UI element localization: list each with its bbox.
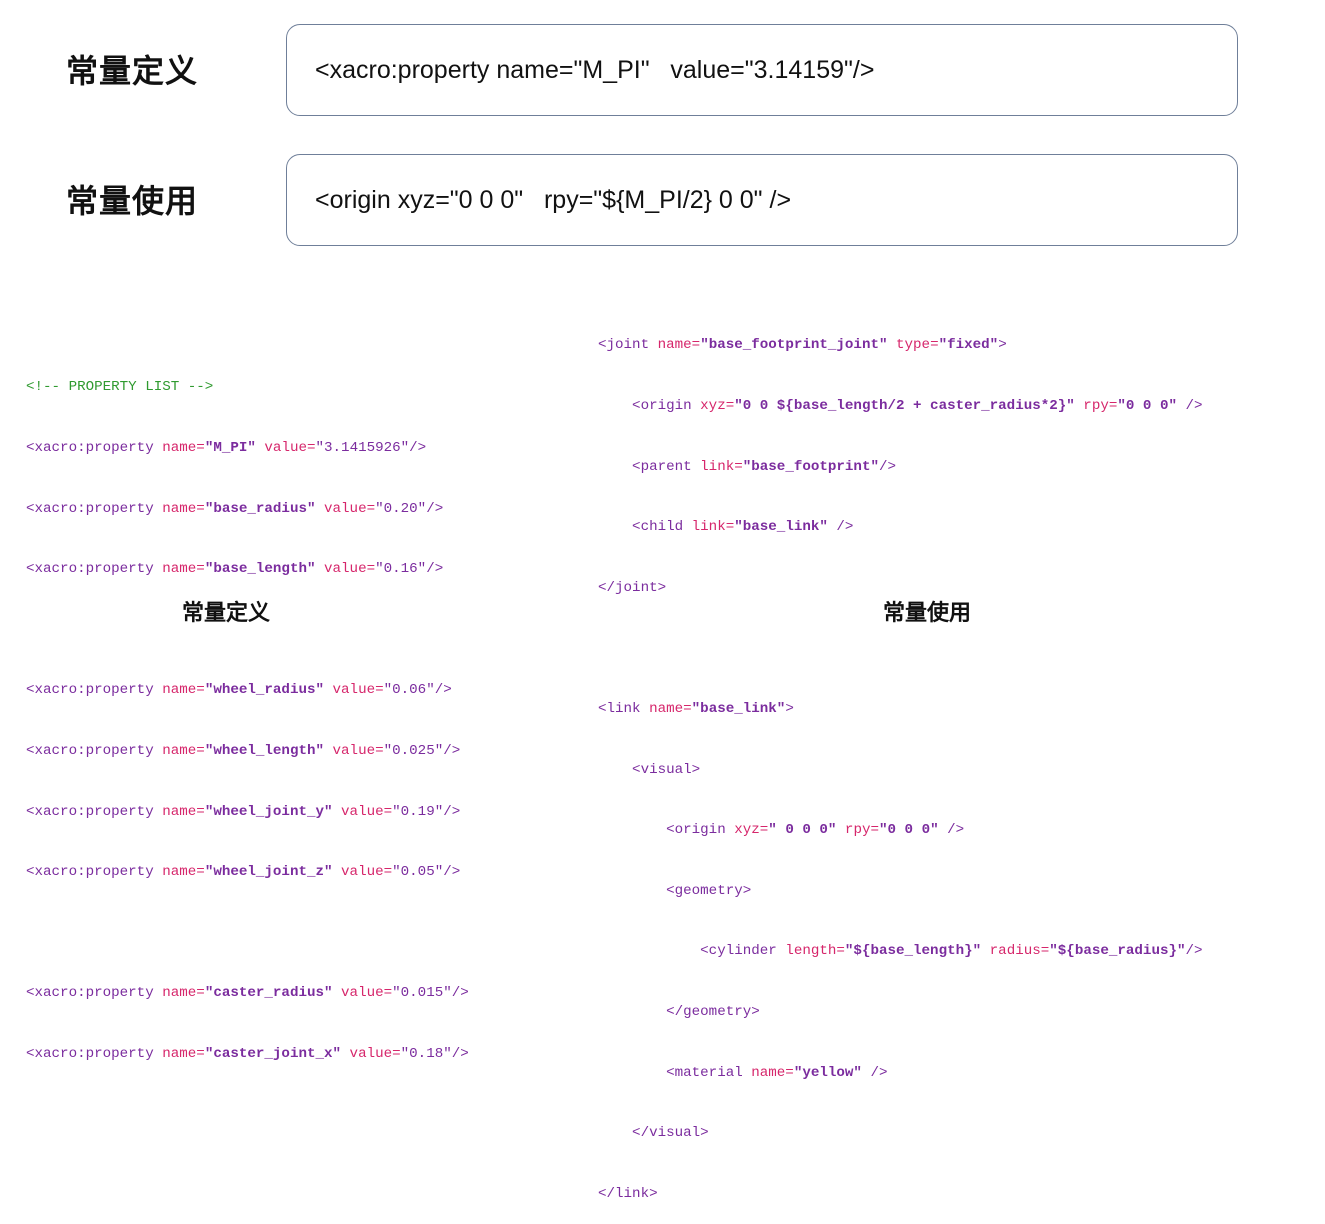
code-line: <child link="base_link" /> bbox=[598, 519, 854, 536]
code-line: <link name="base_link"> bbox=[598, 700, 794, 717]
code-line: </geometry> bbox=[598, 1003, 760, 1020]
code-line: <xacro:property name="base_radius" value… bbox=[26, 500, 444, 517]
code-line: <visual> bbox=[598, 761, 701, 778]
usage-label: 常量使用 bbox=[66, 182, 199, 220]
right-caption: 常量使用 bbox=[883, 601, 972, 626]
usage-code-box: <origin xyz="0 0 0" rpy="${M_PI/2} 0 0" … bbox=[286, 154, 1238, 246]
usage-example-code: <joint name="base_footprint_joint" type=… bbox=[598, 295, 1203, 1224]
code-line: <geometry> bbox=[598, 882, 752, 899]
code-line: <origin xyz="0 0 ${base_length/2 + caste… bbox=[598, 398, 1203, 414]
code-line: <xacro:property name="base_length" value… bbox=[26, 561, 444, 578]
code-line: <xacro:property name="wheel_joint_z" val… bbox=[26, 864, 461, 881]
code-line: </link> bbox=[598, 1185, 658, 1202]
code-line: <parent link="base_footprint"/> bbox=[598, 458, 897, 475]
code-line: <xacro:property name="caster_joint_x" va… bbox=[26, 1045, 469, 1062]
definition-code-box: <xacro:property name="M_PI" value="3.141… bbox=[286, 24, 1238, 116]
property-list-comment: <!-- PROPERTY LIST --> bbox=[26, 379, 214, 396]
code-line: </visual> bbox=[598, 1125, 709, 1142]
definition-label: 常量定义 bbox=[66, 52, 199, 90]
code-line: <xacro:property name="wheel_joint_y" val… bbox=[26, 803, 461, 820]
property-list-code: <!-- PROPERTY LIST --> <xacro:property n… bbox=[26, 337, 469, 1084]
code-line: <cylinder length="${base_length}" radius… bbox=[598, 943, 1203, 960]
usage-code: <origin xyz="0 0 0" rpy="${M_PI/2} 0 0" … bbox=[315, 185, 792, 214]
left-caption: 常量定义 bbox=[182, 601, 271, 626]
code-line: <material name="yellow" /> bbox=[598, 1064, 888, 1081]
code-line: <origin xyz=" 0 0 0" rpy="0 0 0" /> bbox=[598, 822, 965, 839]
code-line: <xacro:property name="M_PI" value="3.141… bbox=[26, 440, 427, 456]
code-line: <xacro:property name="wheel_length" valu… bbox=[26, 742, 461, 759]
code-line: <xacro:property name="wheel_radius" valu… bbox=[26, 682, 452, 699]
code-line: <xacro:property name="caster_radius" val… bbox=[26, 985, 469, 1002]
code-line: <joint name="base_footprint_joint" type=… bbox=[598, 337, 1007, 354]
definition-code: <xacro:property name="M_PI" value="3.141… bbox=[315, 55, 875, 84]
